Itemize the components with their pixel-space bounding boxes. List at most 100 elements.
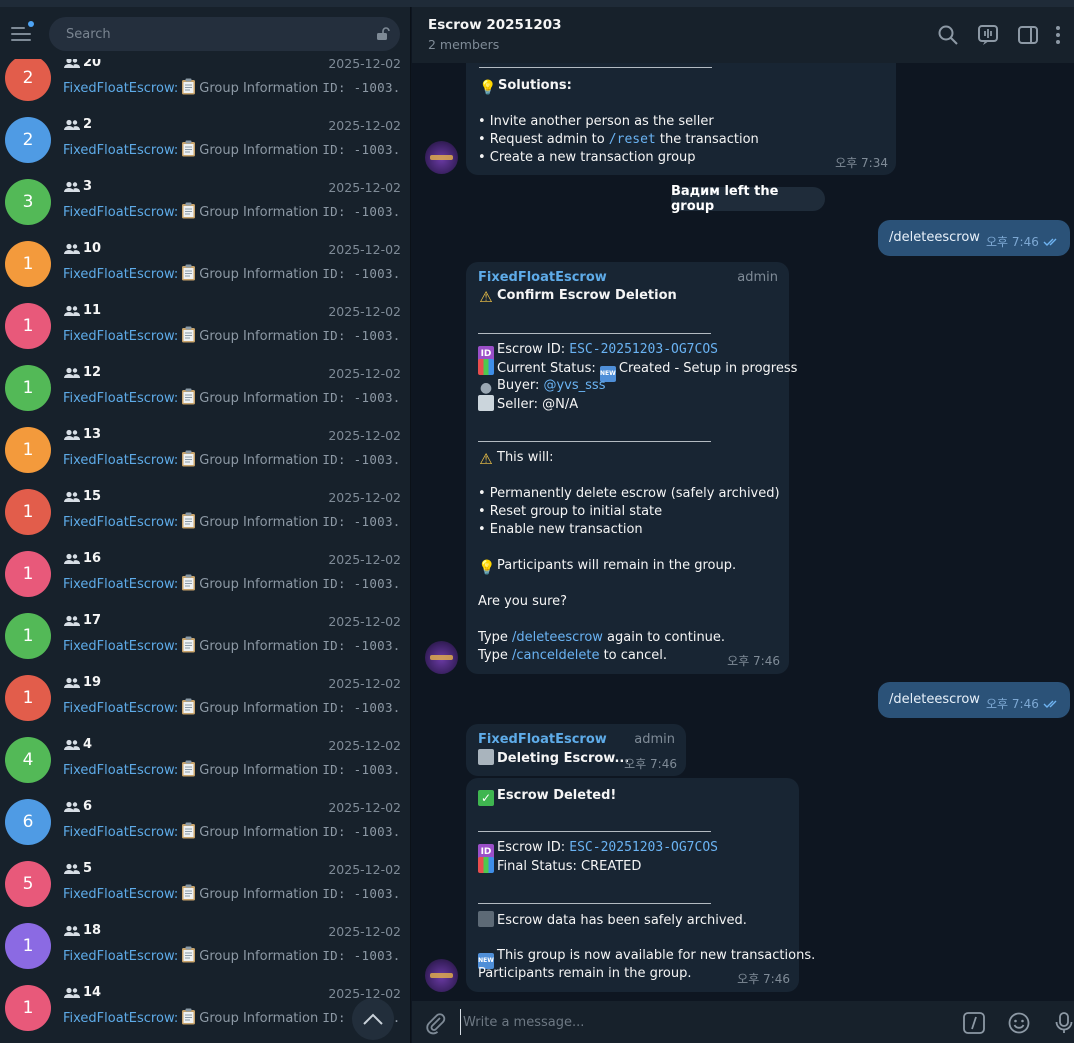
chat-date: 2025-12-02 [328, 428, 401, 443]
chat-avatar[interactable]: 1 [5, 365, 51, 411]
clipboard-icon [182, 140, 196, 157]
scroll-to-top-button[interactable] [352, 998, 394, 1040]
chat-list-item[interactable]: 4 4 2025-12-02 FixedFloatEscrow: Group Infor… [0, 729, 410, 791]
bot-commands-icon[interactable] [962, 1011, 986, 1035]
chat-avatar[interactable]: 1 [5, 985, 51, 1031]
clipboard-icon [182, 884, 196, 901]
preview-sender: FixedFloatEscrow: [63, 453, 179, 468]
clipboard-icon [182, 636, 196, 653]
chat-list-item[interactable]: 1 13 2025-12-02 FixedFloatEscrow: Group Info… [0, 419, 410, 481]
deleteescrow-command-link[interactable]: /deleteescrow [512, 630, 603, 645]
chat-avatar[interactable]: 1 [5, 241, 51, 287]
search-icon[interactable] [937, 24, 959, 46]
chat-title: 5 [83, 861, 93, 876]
chat-preview: FixedFloatEscrow: Group Information ID: -… [63, 698, 403, 716]
chat-list-item[interactable]: 1 16 2025-12-02 FixedFloatEscrow: Group Info… [0, 543, 410, 605]
message-input[interactable] [460, 1009, 940, 1035]
chat-avatar[interactable]: 2 [5, 55, 51, 101]
bot-avatar[interactable] [425, 641, 458, 674]
preview-text: Group Information [199, 763, 319, 778]
chat-avatar[interactable]: 6 [5, 799, 51, 845]
reset-command-link[interactable]: /reset [609, 132, 656, 147]
group-members-icon [64, 987, 80, 998]
clipboard-icon [182, 946, 196, 963]
chat-preview: FixedFloatEscrow: Group Information ID: -… [63, 388, 403, 406]
group-members-icon [64, 181, 80, 192]
preview-sender: FixedFloatEscrow: [63, 763, 179, 778]
chat-list-item[interactable]: 1 15 2025-12-02 FixedFloatEscrow: Group Info… [0, 481, 410, 543]
chat-header[interactable]: Escrow 20251203 2 members [412, 7, 1074, 63]
preview-id: ID: -1003... [322, 514, 403, 529]
sender-name[interactable]: FixedFloatEscrow [478, 731, 607, 749]
chat-list-item[interactable]: 1 17 2025-12-02 FixedFloatEscrow: Group Info… [0, 605, 410, 667]
emoji-icon[interactable] [1007, 1011, 1031, 1035]
chat-avatar[interactable]: 2 [5, 117, 51, 163]
outgoing-message[interactable]: /deleteescrow 오후 7:46 [878, 220, 1070, 256]
attach-paperclip-icon[interactable] [424, 1011, 448, 1035]
bot-avatar[interactable] [425, 141, 458, 174]
chat-preview: FixedFloatEscrow: Group Information ID: -… [63, 512, 403, 530]
group-members-icon [64, 491, 80, 502]
chat-date: 2025-12-02 [328, 924, 401, 939]
unlock-icon[interactable] [376, 27, 390, 41]
telegram-app: 2202025-12-02FixedFloatEscrow:Group Info… [0, 0, 1074, 1043]
chat-avatar[interactable]: 1 [5, 551, 51, 597]
chat-avatar[interactable]: 1 [5, 675, 51, 721]
preview-id: ID: -1003... [322, 266, 403, 281]
chat-list-item[interactable]: 1 14 2025-12-02 FixedFloatEscrow: Group Info… [0, 977, 410, 1039]
clipboard-icon [182, 760, 196, 777]
preview-sender: FixedFloatEscrow: [63, 205, 179, 220]
more-options-icon[interactable] [1052, 24, 1064, 46]
chat-list-item[interactable]: 2 2 2025-12-02 FixedFloatEscrow: Group Infor… [0, 109, 410, 171]
chat-list-item[interactable]: 1 18 2025-12-02 FixedFloatEscrow: Group Info… [0, 915, 410, 977]
message-bubble-solutions[interactable]: 💡 Solutions: • Invite another person as t… [466, 47, 896, 175]
chat-list-item[interactable]: 1 11 2025-12-02 FixedFloatEscrow: Group Info… [0, 295, 410, 357]
clipboard-icon [182, 388, 196, 405]
chat-title: 15 [83, 489, 102, 504]
chat-avatar[interactable]: 1 [5, 489, 51, 535]
message-bubble-escrow-deleted[interactable]: ✓ Escrow Deleted! ID Escrow ID: ESC-202512… [466, 778, 815, 992]
chat-panel: Escrow 20251203 2 members 💡 Solutions: • … [412, 7, 1074, 1043]
chat-avatar[interactable]: 3 [5, 179, 51, 225]
chat-list-item[interactable]: 5 5 2025-12-02 FixedFloatEscrow: Group Infor… [0, 853, 410, 915]
chat-list-item[interactable]: 1 12 2025-12-02 FixedFloatEscrow: Group Info… [0, 357, 410, 419]
preview-sender: FixedFloatEscrow: [63, 143, 179, 158]
chat-preview: FixedFloatEscrow: Group Information ID: -… [63, 574, 403, 592]
preview-id: ID: -1003... [322, 638, 403, 653]
sidebar-toggle-icon[interactable] [1017, 24, 1039, 46]
chat-avatar[interactable]: 1 [5, 303, 51, 349]
message-bubble-deleting[interactable]: FixedFloatEscrow admin Deleting Escrow..… [466, 724, 686, 776]
window-top-strip [0, 0, 1074, 7]
chat-avatar[interactable]: 1 [5, 427, 51, 473]
preview-text: Group Information [199, 639, 319, 654]
sender-name[interactable]: FixedFloatEscrow [478, 269, 607, 287]
menu-icon[interactable] [11, 21, 34, 43]
floppy-disk-icon [478, 911, 494, 927]
bot-avatar[interactable] [425, 959, 458, 992]
chat-title: 11 [83, 303, 102, 318]
canceldelete-command-link[interactable]: /canceldelete [512, 648, 599, 663]
preview-id: ID: -1003... [322, 886, 403, 901]
voice-chat-icon[interactable] [977, 24, 999, 46]
chat-avatar[interactable]: 4 [5, 737, 51, 783]
chat-title: 17 [83, 613, 102, 628]
buyer-mention-link[interactable]: @yvs_sss [543, 378, 605, 393]
message-bubble-confirm-deletion[interactable]: FixedFloatEscrow admin ⚠ Confirm Escrow D… [466, 262, 797, 674]
sidebar-header [0, 7, 410, 59]
warning-icon: ⚠ [479, 288, 493, 306]
chat-list-item[interactable]: 1 19 2025-12-02 FixedFloatEscrow: Group Info… [0, 667, 410, 729]
chat-avatar[interactable]: 1 [5, 613, 51, 659]
chat-list-item[interactable]: 3 3 2025-12-02 FixedFloatEscrow: Group Infor… [0, 171, 410, 233]
chat-list-item[interactable]: 6 6 2025-12-02 FixedFloatEscrow: Group Infor… [0, 791, 410, 853]
microphone-icon[interactable] [1052, 1011, 1074, 1035]
search-input[interactable] [49, 17, 400, 51]
message-composer [412, 1001, 1074, 1043]
preview-sender: FixedFloatEscrow: [63, 577, 179, 592]
outgoing-message[interactable]: /deleteescrow 오후 7:46 [878, 682, 1070, 718]
seller-icon [478, 395, 494, 411]
clipboard-icon [182, 202, 196, 219]
chat-avatar[interactable]: 1 [5, 923, 51, 969]
chat-list-item[interactable]: 1 10 2025-12-02 FixedFloatEscrow: Group Info… [0, 233, 410, 295]
chat-avatar[interactable]: 5 [5, 861, 51, 907]
preview-sender: FixedFloatEscrow: [63, 1011, 179, 1026]
